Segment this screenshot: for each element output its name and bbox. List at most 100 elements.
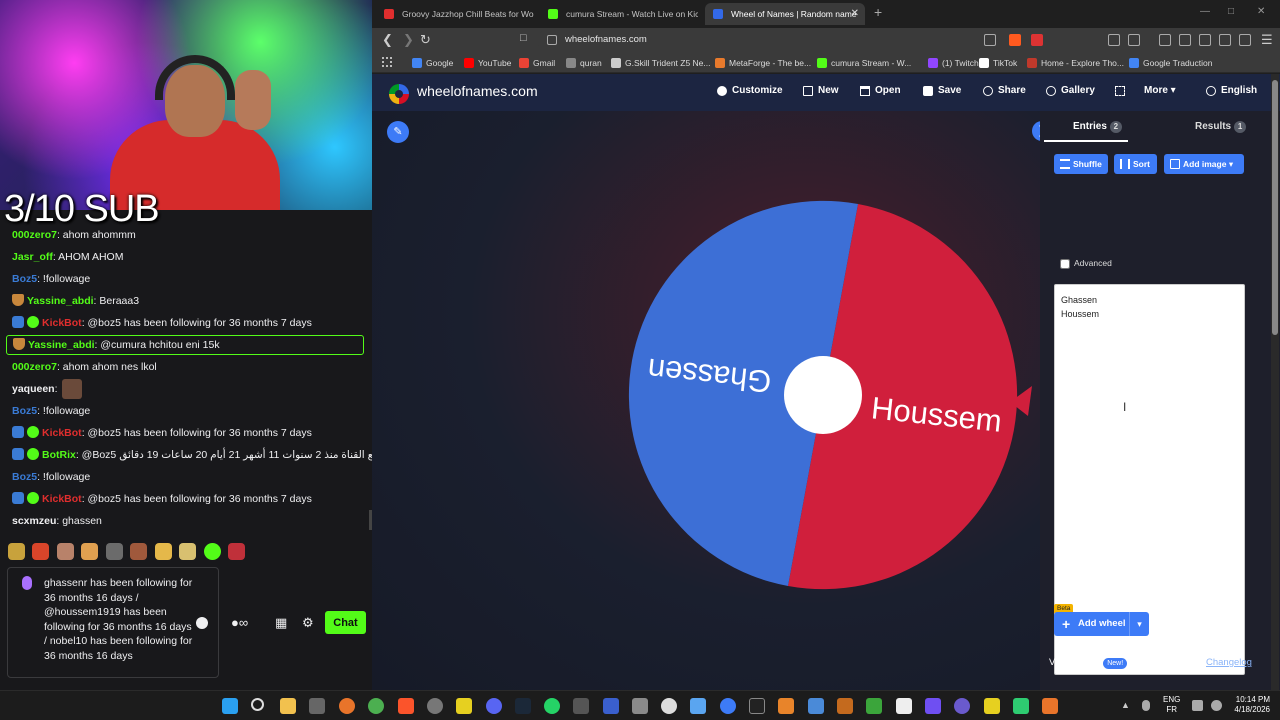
bookmark-item[interactable]: Google Traduction	[1129, 56, 1212, 70]
leo-icon[interactable]	[1219, 34, 1231, 46]
apps-icon[interactable]	[382, 57, 392, 67]
add-image-button[interactable]: Add image ▾	[1164, 154, 1244, 174]
chat-username[interactable]: scxmzeu	[12, 515, 56, 527]
chat-username[interactable]: BotRix	[42, 449, 76, 461]
emoji-icon[interactable]	[196, 617, 208, 629]
emote-icon[interactable]	[154, 543, 172, 560]
bookmark-item[interactable]: quran	[566, 56, 602, 70]
chat-username[interactable]: KickBot	[42, 427, 82, 439]
bookmark-item[interactable]: Home - Explore Tho...	[1027, 56, 1124, 70]
chat-username[interactable]: 000zero7	[12, 229, 57, 241]
advanced-checkbox[interactable]	[1060, 259, 1070, 269]
app-icon[interactable]	[603, 698, 619, 714]
app-icon[interactable]	[690, 698, 706, 714]
emote-icon[interactable]	[105, 543, 123, 560]
store-icon[interactable]: ▦	[275, 615, 287, 631]
input-language[interactable]: ENG FR	[1163, 695, 1180, 715]
vpn-icon[interactable]	[1239, 34, 1251, 46]
calculator-icon[interactable]	[632, 698, 648, 714]
bookmark-item[interactable]: (1) Twitch	[928, 56, 979, 70]
edit-wheel-button[interactable]: ✎	[387, 121, 409, 143]
customize-button[interactable]: Customize	[717, 85, 783, 96]
chat-username[interactable]: yaqueen	[12, 383, 55, 395]
address-bar[interactable]: wheelofnames.com	[537, 30, 1037, 50]
tab-results[interactable]: Results 1	[1195, 121, 1247, 133]
volume-icon[interactable]	[1211, 700, 1222, 711]
chat-input[interactable]: ghassenr has been following for 36 month…	[7, 567, 219, 678]
forward-icon[interactable]: ❯	[403, 32, 414, 48]
chat-username[interactable]: KickBot	[42, 317, 82, 329]
extensions-icon[interactable]	[1108, 34, 1120, 46]
discord-icon[interactable]	[486, 698, 502, 714]
app-icon[interactable]	[573, 698, 589, 714]
app-icon[interactable]	[456, 698, 472, 714]
emote-icon[interactable]	[179, 543, 197, 560]
chat-input-text[interactable]: ghassenr has been following for 36 month…	[44, 576, 194, 664]
chat-username[interactable]: Boz5	[12, 471, 37, 483]
tab-entries[interactable]: Entries 2	[1073, 121, 1122, 133]
emote-icon[interactable]	[56, 543, 74, 560]
emote-icon[interactable]	[32, 543, 50, 560]
chat-username[interactable]: KickBot	[42, 493, 82, 505]
tray-overflow-icon[interactable]: ▲	[1121, 700, 1132, 711]
share-button[interactable]: Share	[983, 85, 1026, 96]
reload-icon[interactable]: ↻	[420, 32, 431, 48]
more-button[interactable]: More ▾	[1144, 85, 1176, 96]
site-title[interactable]: wheelofnames.com	[417, 83, 538, 99]
maximize-icon[interactable]: □	[1228, 6, 1234, 17]
tab-kick-stream[interactable]: cumura Stream - Watch Live on Kick	[540, 3, 698, 25]
bookmark-item[interactable]: Gmail	[519, 56, 555, 70]
app-icon[interactable]	[1013, 698, 1029, 714]
app-icon[interactable]	[749, 698, 765, 714]
bookmark-item[interactable]: G.Skill Trident Z5 Ne...	[611, 56, 711, 70]
bookmark-icon[interactable]: □	[520, 32, 527, 44]
chat-username[interactable]: Jasr_off	[12, 251, 53, 263]
new-button[interactable]: New	[803, 85, 839, 96]
app-icon[interactable]	[808, 698, 824, 714]
bookmark-item[interactable]: Google	[412, 56, 453, 70]
gear-icon[interactable]: ⚙	[302, 615, 314, 631]
save-button[interactable]: Save	[923, 85, 961, 96]
tab-wheel-of-names[interactable]: Wheel of Names | Random name ✕	[705, 3, 865, 25]
app-icon[interactable]	[661, 698, 677, 714]
bookmark-item[interactable]: YouTube	[464, 56, 511, 70]
rewards-icon[interactable]	[1031, 34, 1043, 46]
steam-icon[interactable]	[515, 698, 531, 714]
bookmark-item[interactable]: cumura Stream - W...	[817, 56, 911, 70]
file-explorer-icon[interactable]	[280, 698, 296, 714]
open-button[interactable]: Open	[860, 85, 901, 96]
share-page-icon[interactable]	[984, 34, 996, 46]
close-window-icon[interactable]: ✕	[1257, 6, 1265, 17]
close-tab-icon[interactable]: ✕	[851, 3, 859, 25]
wheel-center-button[interactable]	[784, 356, 862, 434]
gallery-button[interactable]: Gallery	[1046, 85, 1095, 96]
emote-icon[interactable]	[130, 543, 148, 560]
minimize-icon[interactable]: —	[1200, 6, 1210, 17]
site-info-icon[interactable]	[547, 35, 557, 45]
app-icon[interactable]	[339, 698, 355, 714]
screenshot-icon[interactable]	[1128, 34, 1140, 46]
back-icon[interactable]: ❮	[382, 32, 393, 48]
changelog-link[interactable]: Changelog	[1206, 657, 1252, 668]
new-tab-icon[interactable]: +	[874, 4, 882, 20]
app-icon[interactable]	[896, 698, 912, 714]
bookmark-item[interactable]: TikTok	[979, 56, 1017, 70]
chat-username[interactable]: Boz5	[12, 273, 37, 285]
mic-tray-icon[interactable]	[1142, 700, 1150, 711]
sort-button[interactable]: Sort	[1114, 154, 1157, 174]
clock[interactable]: 10:14 PM 4/18/2026	[1228, 695, 1270, 715]
shuffle-button[interactable]: Shuffle	[1054, 154, 1108, 174]
page-scrollbar[interactable]	[1271, 74, 1279, 690]
app-icon[interactable]	[720, 698, 736, 714]
obs-icon[interactable]	[427, 698, 443, 714]
wallet-icon[interactable]	[1199, 34, 1211, 46]
brave-icon[interactable]	[398, 698, 414, 714]
chrome-icon[interactable]	[368, 698, 384, 714]
app-icon[interactable]	[984, 698, 1000, 714]
app-icon[interactable]	[925, 698, 941, 714]
app-icon[interactable]	[778, 698, 794, 714]
app-icon[interactable]	[1042, 698, 1058, 714]
menu-icon[interactable]: ☰	[1261, 32, 1273, 48]
users-icon[interactable]: ●∞	[231, 615, 248, 630]
display-icon[interactable]	[1192, 700, 1203, 711]
